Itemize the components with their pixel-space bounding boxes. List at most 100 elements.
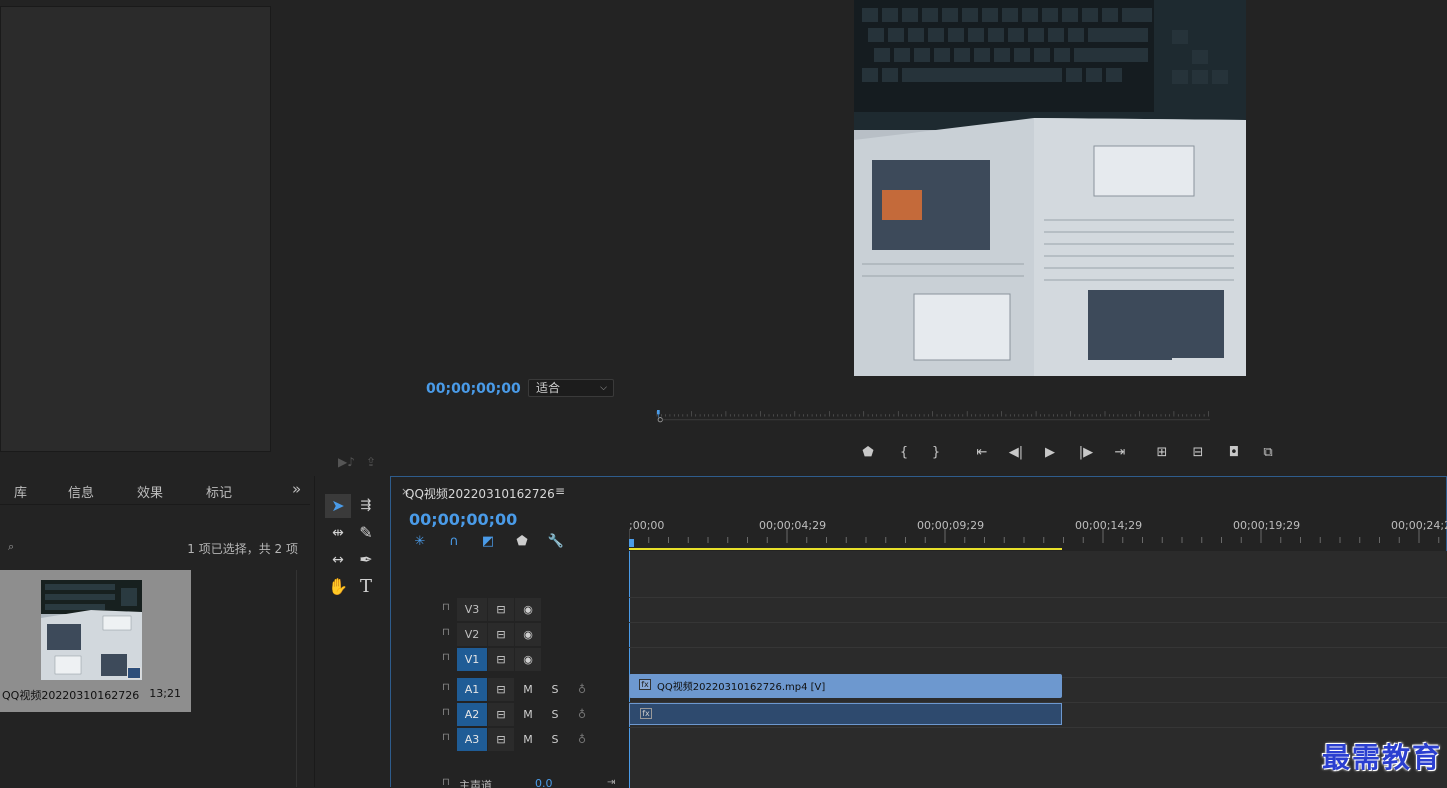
fx-badge-icon: fx [639, 679, 651, 690]
lock-icon[interactable]: ⊓ [442, 682, 450, 693]
timeline-ruler-label: 00;00;09;29 [917, 519, 984, 532]
track-header-v2: ⊓ V2 ⊟ ◉ [391, 622, 629, 647]
tab-info[interactable]: 信息 [68, 482, 94, 501]
track-lane-v3[interactable] [629, 597, 1447, 622]
master-track-label: 主声道 [459, 779, 492, 788]
eye-icon[interactable]: ◉ [515, 598, 541, 621]
razor-tool-icon[interactable]: ✎ [353, 521, 379, 545]
track-lane-v2[interactable] [629, 622, 1447, 647]
track-header-a3: ⊓ A3 ⊟ M S ♁ [391, 727, 629, 752]
microphone-icon[interactable]: ♁ [569, 728, 595, 751]
timeline-playhead-marker[interactable] [629, 539, 634, 547]
lift-button[interactable]: ⊞ [1150, 441, 1174, 465]
add-marker-icon[interactable]: ⬟ [513, 533, 531, 551]
add-marker-button[interactable]: ⬟ [856, 441, 880, 465]
mute-button[interactable]: M [515, 678, 541, 701]
tools-panel: ➤ ⇶ ⇹ ✎ ↔ ✒ ✋ T [314, 476, 386, 787]
eye-icon[interactable]: ◉ [515, 623, 541, 646]
selection-count: 1 项已选择，共 2 项 [187, 542, 298, 556]
track-target-a3[interactable]: A3 [457, 728, 487, 751]
microphone-icon[interactable]: ♁ [569, 678, 595, 701]
solo-button[interactable]: S [542, 678, 568, 701]
audio-clip[interactable]: fx [629, 703, 1062, 725]
hamburger-menu-icon[interactable]: ≡ [555, 484, 565, 498]
step-forward-button[interactable]: |▶ [1074, 441, 1098, 465]
export-icon[interactable]: ⇪ [366, 455, 376, 469]
play-button[interactable]: ▶ [1038, 441, 1062, 465]
mute-button[interactable]: M [515, 703, 541, 726]
program-timecode[interactable]: 00;00;00;00 [426, 381, 521, 397]
zoom-handle[interactable] [657, 417, 663, 423]
track-header-a1: ⊓ A1 ⊟ M S ♁ [391, 677, 629, 702]
sync-lock-icon[interactable]: ⊟ [488, 598, 514, 621]
eye-icon[interactable]: ◉ [515, 648, 541, 671]
wrench-settings-icon[interactable]: 🔧 [547, 533, 565, 551]
bin-search-icon[interactable]: ⌕ [8, 540, 14, 554]
ripple-edit-tool-icon[interactable]: ⇹ [325, 521, 351, 545]
sync-lock-icon[interactable]: ⊟ [488, 678, 514, 701]
sync-lock-icon[interactable]: ⊟ [488, 728, 514, 751]
track-header-a2: ⊓ A2 ⊟ M S ♁ [391, 702, 629, 727]
sequence-tab[interactable]: QQ视频20220310162726 [405, 485, 555, 502]
panel-overflow-icon[interactable]: » [292, 480, 301, 498]
lock-icon[interactable]: ⊓ [442, 707, 450, 718]
tab-divider [0, 504, 310, 505]
track-select-tool-icon[interactable]: ⇶ [353, 494, 379, 518]
track-target-a1[interactable]: A1 [457, 678, 487, 701]
lock-icon[interactable]: ⊓ [442, 627, 450, 638]
project-item[interactable]: QQ视频20220310162726 13;21 [0, 570, 191, 712]
pen-tool-icon[interactable]: ✒ [353, 548, 379, 572]
project-item-thumbnail [41, 580, 142, 680]
nest-toggle-icon[interactable]: ✳ [411, 533, 429, 551]
zoom-fit-label: 适合 [536, 381, 561, 395]
tab-markers[interactable]: 标记 [206, 482, 232, 501]
lock-icon[interactable]: ⊓ [442, 732, 450, 743]
mark-out-button[interactable]: } [924, 441, 948, 465]
sync-lock-icon[interactable]: ⊟ [488, 703, 514, 726]
program-scrub-ruler[interactable] [420, 410, 1447, 424]
microphone-icon[interactable]: ♁ [569, 703, 595, 726]
track-target-v1[interactable]: V1 [457, 648, 487, 671]
mark-in-button[interactable]: { [892, 441, 916, 465]
selection-tool-icon[interactable]: ➤ [325, 494, 351, 518]
sync-lock-icon[interactable]: ⊟ [488, 623, 514, 646]
track-target-v3[interactable]: V3 [457, 598, 487, 621]
lock-icon[interactable]: ⊓ [442, 602, 450, 613]
linked-selection-icon[interactable]: ◩ [479, 533, 497, 551]
track-lane-v1[interactable] [629, 647, 1447, 672]
tab-effects[interactable]: 效果 [137, 482, 163, 501]
snap-magnet-icon[interactable]: ∩ [445, 533, 463, 551]
solo-button[interactable]: S [542, 703, 568, 726]
video-clip[interactable]: fx QQ视频20220310162726.mp4 [V] [629, 674, 1062, 698]
video-frame-image [854, 0, 1246, 376]
go-to-in-button[interactable]: ⇤ [970, 441, 994, 465]
button-editor-icon[interactable]: ⧉ [1256, 441, 1280, 465]
solo-button[interactable]: S [542, 728, 568, 751]
lock-icon[interactable]: ⊓ [442, 652, 450, 663]
track-target-v2[interactable]: V2 [457, 623, 487, 646]
camera-icon[interactable]: ◘ [1222, 441, 1246, 465]
step-back-button[interactable]: ◀| [1004, 441, 1028, 465]
track-target-a2[interactable]: A2 [457, 703, 487, 726]
mute-button[interactable]: M [515, 728, 541, 751]
timeline-ruler-label: 00;00;19;29 [1233, 519, 1300, 532]
lock-icon[interactable]: ⊓ [442, 777, 450, 788]
project-scrollbar[interactable] [296, 570, 297, 787]
track-headers: ⊓ V3 ⊟ ◉ ⊓ V2 ⊟ ◉ ⊓ V1 ⊟ ◉ ⊓ A1 ⊟ M S ♁ ⊓ A2 ⊟ M S ♁ ⊓ A3 ⊟ M S ♁ [391, 551, 629, 788]
project-item-name: QQ视频20220310162726 [2, 689, 140, 702]
timeline-timecode[interactable]: 00;00;00;00 [409, 510, 517, 529]
sync-lock-icon[interactable]: ⊟ [488, 648, 514, 671]
slip-tool-icon[interactable]: ↔ [325, 548, 351, 572]
hand-tool-icon[interactable]: ✋ [325, 575, 351, 599]
timeline-ruler-label: 00;00;04;29 [759, 519, 826, 532]
go-to-end-icon[interactable]: ⇥ [607, 777, 615, 788]
extract-button[interactable]: ⊟ [1186, 441, 1210, 465]
tab-libraries[interactable]: 库 [14, 482, 27, 501]
go-to-out-button[interactable]: ⇥ [1108, 441, 1132, 465]
type-tool-icon[interactable]: T [353, 575, 379, 599]
zoom-fit-select[interactable]: 适合 ⌵ [528, 379, 614, 397]
program-video-frame [854, 0, 1246, 376]
timeline-ruler[interactable]: ;00;00 00;00;04;29 00;00;09;29 00;00;14;29 0… [629, 517, 1447, 551]
audio-only-icon[interactable]: ▶♪ [338, 455, 355, 469]
master-volume-value[interactable]: 0.0 [535, 777, 553, 788]
